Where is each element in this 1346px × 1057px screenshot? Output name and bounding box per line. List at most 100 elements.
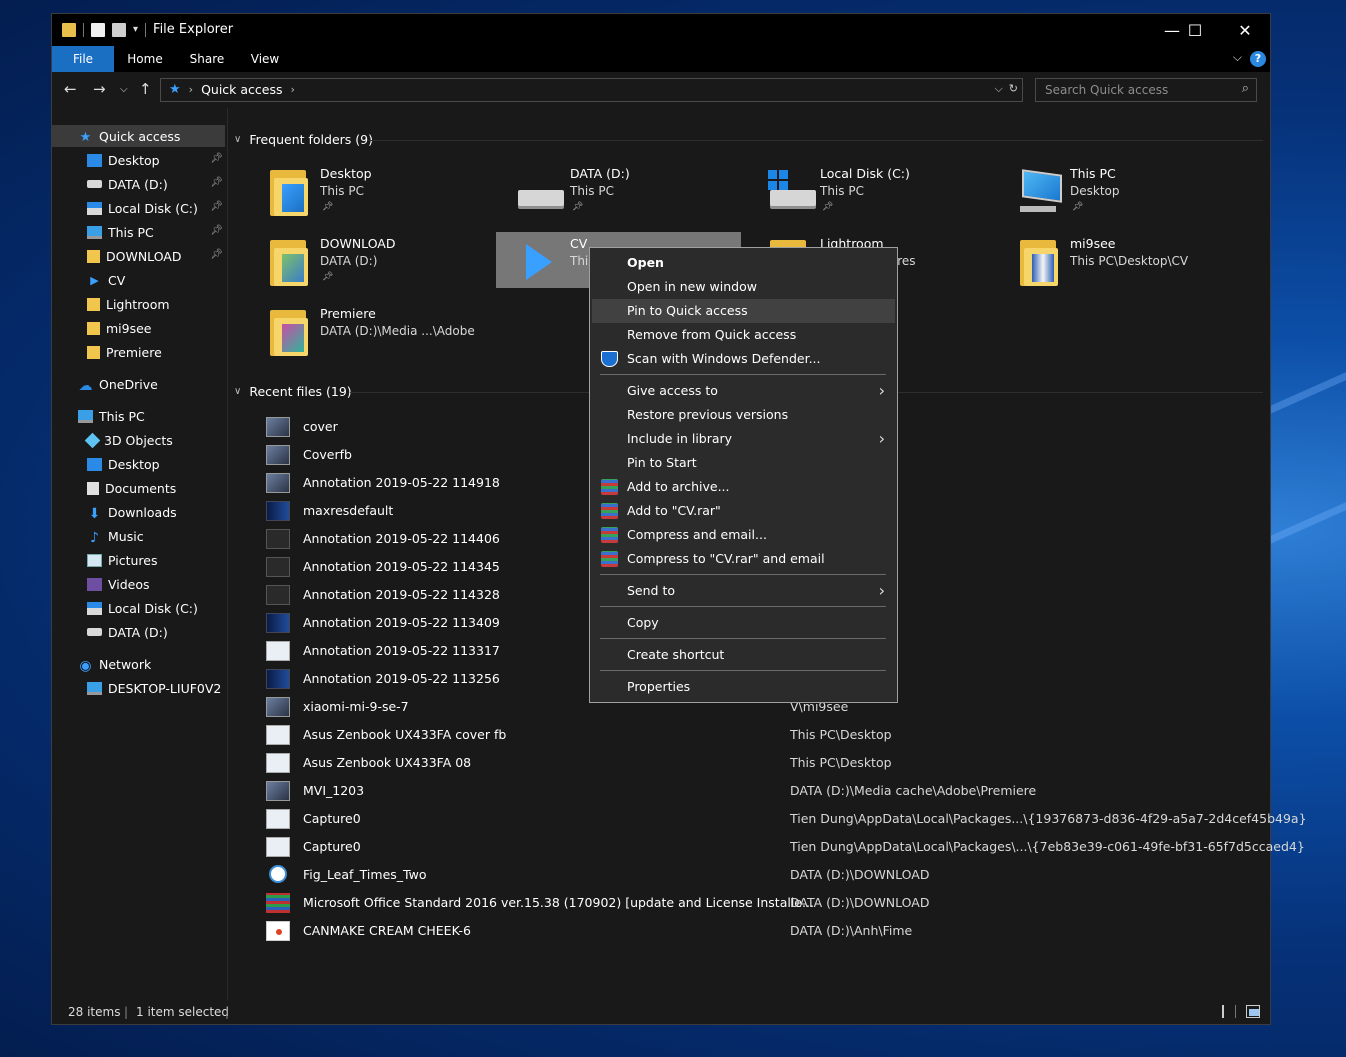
sidebar-item-3d-objects[interactable]: 3D Objects	[84, 429, 173, 451]
sidebar-item-data-d-pc[interactable]: DATA (D:)	[87, 621, 168, 643]
sidebar-item-local-disk-c-pc[interactable]: Local Disk (C:)	[87, 597, 198, 619]
tab-share[interactable]: Share	[184, 46, 230, 72]
help-icon[interactable]: ?	[1250, 51, 1266, 67]
collapse-chevron-icon[interactable]: ∨	[234, 386, 241, 397]
sidebar-item-desktop[interactable]: Desktop 📌︎	[87, 149, 223, 171]
sidebar-item-desktop-liuf0v2[interactable]: DESKTOP-LIUF0V2	[87, 677, 221, 699]
search-box[interactable]: ⌕	[1035, 78, 1257, 102]
breadcrumb-quick-access[interactable]: Quick access	[201, 82, 282, 97]
sidebar-item-pictures[interactable]: Pictures	[87, 549, 158, 571]
image-file-icon	[266, 697, 290, 717]
address-dropdown-icon[interactable]: ⌵	[994, 82, 1002, 96]
menu-item-compress-cv-email[interactable]: Compress to "CV.rar" and email	[592, 547, 895, 571]
sidebar-item-cv[interactable]: ▶ CV	[87, 269, 125, 291]
image-file-icon	[266, 417, 290, 437]
back-arrow-icon[interactable]: ←	[64, 80, 77, 98]
sidebar-item-desktop-pc[interactable]: Desktop	[87, 453, 160, 475]
winrar-icon	[601, 527, 618, 543]
menu-item-add-archive[interactable]: Add to archive...	[592, 475, 895, 499]
tab-home[interactable]: Home	[122, 46, 168, 72]
refresh-icon[interactable]: ↻	[1009, 82, 1018, 96]
properties-icon[interactable]	[91, 22, 105, 37]
sidebar-item-local-disk-c[interactable]: Local Disk (C:) 📌︎	[87, 197, 223, 219]
close-button[interactable]: ✕	[1222, 14, 1268, 46]
menu-item-send-to[interactable]: Send to ›	[592, 579, 895, 603]
folder-tile-mi9see[interactable]: mi9see This PC\Desktop\CV	[996, 232, 1241, 288]
drive-icon	[87, 180, 102, 188]
folder-tile-data-d[interactable]: DATA (D:) This PC 📌︎	[496, 162, 741, 218]
details-view-icon[interactable]	[1222, 1005, 1236, 1018]
forward-arrow-icon[interactable]: →	[93, 80, 106, 98]
menu-item-properties[interactable]: Properties	[592, 675, 895, 699]
list-item[interactable]: Fig_Leaf_Times_Two DATA (D:)\DOWNLOAD	[266, 861, 1266, 889]
pin-icon: 📌︎	[210, 177, 223, 188]
folder-tile-premiere[interactable]: Premiere DATA (D:)\Media ...\Adobe	[246, 302, 491, 358]
up-arrow-icon[interactable]: ↑	[139, 80, 152, 98]
status-bar: 28 items | 1 item selected |	[52, 1000, 1270, 1024]
menu-item-include-library[interactable]: Include in library ›	[592, 427, 895, 451]
image-file-icon	[266, 753, 290, 773]
sidebar-item-documents[interactable]: Documents	[87, 477, 176, 499]
pin-icon: 📌︎	[210, 201, 223, 212]
sidebar-item-quick-access[interactable]: ★ Quick access	[52, 125, 225, 147]
menu-item-create-shortcut[interactable]: Create shortcut	[592, 643, 895, 667]
sidebar-item-downloads[interactable]: ⬇ Downloads	[87, 501, 177, 523]
folder-tile-this-pc[interactable]: This PC Desktop 📌︎	[996, 162, 1241, 218]
list-item[interactable]: MVI_1203 DATA (D:)\Media cache\Adobe\Prem…	[266, 777, 1266, 805]
menu-item-add-cv-rar[interactable]: Add to "CV.rar"	[592, 499, 895, 523]
folder-tile-download[interactable]: DOWNLOAD DATA (D:) 📌︎	[246, 232, 491, 288]
sidebar-item-data-d[interactable]: DATA (D:) 📌︎	[87, 173, 223, 195]
collapse-chevron-icon[interactable]: ∨	[234, 134, 241, 145]
menu-item-open-new-window[interactable]: Open in new window	[592, 275, 895, 299]
new-folder-icon[interactable]	[112, 22, 126, 37]
toolbar-separator	[145, 22, 147, 37]
expand-ribbon-icon[interactable]: ⌵	[1233, 50, 1242, 65]
group-header-recent[interactable]: ∨ Recent files (19)	[234, 384, 352, 399]
menu-item-copy[interactable]: Copy	[592, 611, 895, 635]
list-item[interactable]: Asus Zenbook UX433FA cover fb This PC\Des…	[266, 721, 1266, 749]
star-icon: ★	[79, 129, 92, 145]
sidebar-item-onedrive[interactable]: ☁ OneDrive	[78, 373, 158, 395]
menu-item-pin-quick-access[interactable]: Pin to Quick access	[592, 299, 895, 323]
folder-tile-local-disk-c[interactable]: Local Disk (C:) This PC 📌︎	[746, 162, 991, 218]
folder-icon	[1018, 240, 1062, 288]
sidebar-item-download[interactable]: DOWNLOAD 📌︎	[87, 245, 223, 267]
breadcrumb-chevron-icon[interactable]: ›	[291, 83, 295, 96]
menu-separator	[600, 670, 886, 671]
desktop-icon	[87, 153, 102, 167]
large-icons-view-icon[interactable]	[1246, 1005, 1260, 1018]
sidebar-item-premiere[interactable]: Premiere	[87, 341, 162, 363]
search-input[interactable]	[1036, 79, 1232, 101]
sidebar-item-network[interactable]: ◉ Network	[78, 653, 151, 675]
recent-locations-icon[interactable]: ⌵	[120, 84, 128, 95]
list-item[interactable]: Asus Zenbook UX433FA 08 This PC\Desktop	[266, 749, 1266, 777]
list-item[interactable]: Microsoft Office Standard 2016 ver.15.38…	[266, 889, 1266, 917]
customize-toolbar-icon[interactable]: ▾	[133, 24, 138, 35]
pin-icon: 📌︎	[322, 202, 334, 212]
list-item[interactable]: CANMAKE CREAM CHEEK-6 DATA (D:)\Anh\Fime	[266, 917, 1266, 945]
breadcrumb-chevron-icon[interactable]: ›	[189, 83, 193, 96]
tab-file[interactable]: File	[52, 46, 114, 72]
address-bar[interactable]: ★ › Quick access › ⌵ ↻	[160, 78, 1023, 102]
sidebar-item-this-pc-pinned[interactable]: This PC 📌︎	[87, 221, 223, 243]
image-file-icon	[266, 613, 290, 633]
menu-item-give-access[interactable]: Give access to ›	[592, 379, 895, 403]
maximize-button[interactable]: ☐	[1172, 14, 1218, 46]
search-icon[interactable]: ⌕	[1242, 81, 1249, 96]
menu-item-pin-start[interactable]: Pin to Start	[592, 451, 895, 475]
menu-item-remove-quick-access[interactable]: Remove from Quick access	[592, 323, 895, 347]
sidebar-item-music[interactable]: ♪ Music	[87, 525, 144, 547]
sidebar-item-mi9see[interactable]: mi9see	[87, 317, 152, 339]
list-item[interactable]: Capture0 Tien Dung\AppData\Local\Packages…	[266, 805, 1307, 833]
menu-item-open[interactable]: Open	[592, 251, 895, 275]
sidebar-item-videos[interactable]: Videos	[87, 573, 150, 595]
menu-item-compress-email[interactable]: Compress and email...	[592, 523, 895, 547]
menu-item-scan-defender[interactable]: Scan with Windows Defender...	[592, 347, 895, 371]
menu-item-restore-versions[interactable]: Restore previous versions	[592, 403, 895, 427]
group-header-frequent[interactable]: ∨ Frequent folders (9)	[234, 132, 373, 147]
list-item[interactable]: Capture0 Tien Dung\AppData\Local\Packages…	[266, 833, 1305, 861]
tab-view[interactable]: View	[242, 46, 288, 72]
sidebar-item-this-pc[interactable]: This PC	[78, 405, 145, 427]
folder-tile-desktop[interactable]: Desktop This PC 📌︎	[246, 162, 491, 218]
sidebar-item-lightroom[interactable]: Lightroom	[87, 293, 170, 315]
